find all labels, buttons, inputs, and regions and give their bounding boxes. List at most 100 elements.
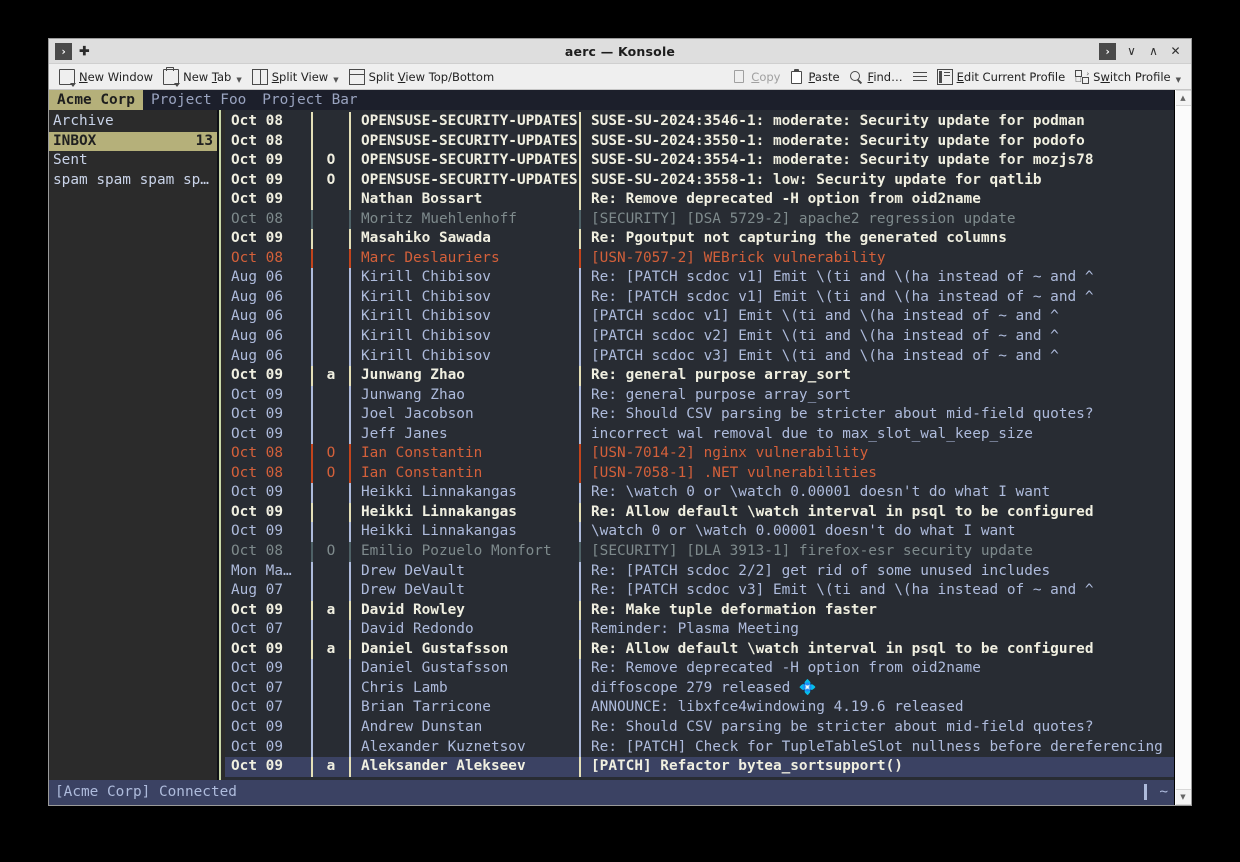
message-date: Oct 09	[225, 718, 311, 738]
message-row[interactable]: Aug 06Kirill Chibisov[PATCH scdoc v3] Em…	[225, 347, 1174, 367]
close-button[interactable]: ✕	[1169, 45, 1182, 57]
message-date: Oct 07	[225, 620, 311, 640]
toolbar: New Window New Tab ▼ Split View ▼ Split …	[49, 64, 1191, 90]
message-row[interactable]: Aug 06Kirill Chibisov[PATCH scdoc v2] Em…	[225, 327, 1174, 347]
message-sender: Kirill Chibisov	[351, 288, 579, 308]
sidebar-item-spam-spam-spam-sp[interactable]: spam spam spam sp…	[49, 171, 217, 191]
sidebar-item-label: spam spam spam sp…	[53, 171, 209, 191]
message-sender: Kirill Chibisov	[351, 268, 579, 288]
message-row[interactable]: Oct 08OIan Constantin[USN-7014-2] nginx …	[225, 444, 1174, 464]
message-row[interactable]: Oct 09Heikki Linnakangas\watch 0 or \wat…	[225, 522, 1174, 542]
message-sender: Kirill Chibisov	[351, 307, 579, 327]
sidebar-item-archive[interactable]: Archive	[49, 112, 217, 132]
toolbar-paste-label: Paste	[808, 70, 839, 84]
message-date: Oct 08	[225, 444, 311, 464]
message-date: Oct 09	[225, 522, 311, 542]
sidebar-item-inbox[interactable]: INBOX13	[49, 132, 217, 152]
toolbar-new-tab-button[interactable]: New Tab ▼	[158, 67, 247, 87]
toolbar-find-button[interactable]: Find…	[845, 68, 908, 86]
maximize-button[interactable]: ∧	[1147, 45, 1160, 57]
message-subject: Re: general purpose array_sort	[581, 366, 1174, 386]
message-row[interactable]: Mon Ma…Drew DeVaultRe: [PATCH scdoc 2/2]…	[225, 562, 1174, 582]
message-row[interactable]: Oct 08Marc Deslauriers[USN-7057-2] WEBri…	[225, 249, 1174, 269]
message-sender: Heikki Linnakangas	[351, 522, 579, 542]
message-row[interactable]: Oct 09aDavid RowleyRe: Make tuple deform…	[225, 601, 1174, 621]
message-row[interactable]: Oct 07David RedondoReminder: Plasma Meet…	[225, 620, 1174, 640]
message-row[interactable]: Oct 09Junwang ZhaoRe: general purpose ar…	[225, 386, 1174, 406]
terminal-area: Acme CorpProject FooProject Bar ArchiveI…	[49, 90, 1191, 805]
message-row[interactable]: Oct 09Andrew DunstanRe: Should CSV parsi…	[225, 718, 1174, 738]
aerc-tab-1[interactable]: Project Foo	[143, 90, 254, 110]
message-row[interactable]: Oct 09aAleksander Alekseev[PATCH] Refact…	[225, 757, 1174, 777]
message-row[interactable]: Oct 09aJunwang ZhaoRe: general purpose a…	[225, 366, 1174, 386]
chevron-down-icon[interactable]: ▼	[333, 76, 338, 84]
message-row[interactable]: Oct 09Alexander KuznetsovRe: [PATCH] Che…	[225, 738, 1174, 758]
message-row[interactable]: Oct 08OIan Constantin[USN-7058-1] .NET v…	[225, 464, 1174, 484]
terminal-cursor	[1144, 784, 1147, 800]
message-row[interactable]: Oct 09Jeff Janesincorrect wal removal du…	[225, 425, 1174, 445]
message-row[interactable]: Aug 06Kirill ChibisovRe: [PATCH scdoc v1…	[225, 268, 1174, 288]
message-row[interactable]: Oct 09Nathan BossartRe: Remove deprecate…	[225, 190, 1174, 210]
message-row[interactable]: Oct 09Heikki LinnakangasRe: Allow defaul…	[225, 503, 1174, 523]
aerc-terminal[interactable]: Acme CorpProject FooProject Bar ArchiveI…	[49, 90, 1174, 805]
sidebar-item-sent[interactable]: Sent	[49, 151, 217, 171]
message-flags	[313, 132, 349, 152]
scroll-up-arrow-icon[interactable]: ▲	[1176, 90, 1191, 106]
message-sender: OPENSUSE-SECURITY-UPDATES	[351, 132, 579, 152]
chevron-down-icon[interactable]: ▼	[1176, 76, 1181, 84]
message-row[interactable]: Aug 06Kirill ChibisovRe: [PATCH scdoc v1…	[225, 288, 1174, 308]
restore-icon[interactable]: ›	[1099, 43, 1116, 60]
message-date: Aug 06	[225, 347, 311, 367]
chevron-down-icon[interactable]: ▼	[236, 76, 241, 84]
message-row[interactable]: Oct 09Daniel GustafssonRe: Remove deprec…	[225, 659, 1174, 679]
toolbar-paste-button[interactable]: Paste	[785, 68, 844, 86]
message-row[interactable]: Oct 09Heikki LinnakangasRe: \watch 0 or …	[225, 483, 1174, 503]
message-row[interactable]: Oct 07Chris Lambdiffoscope 279 released …	[225, 679, 1174, 699]
message-sender: Kirill Chibisov	[351, 347, 579, 367]
message-subject: [USN-7058-1] .NET vulnerabilities	[581, 464, 1174, 484]
message-list[interactable]: Oct 08 OPENSUSE-SECURITY-UPDATESSUSE-SU-2…	[225, 110, 1174, 780]
message-row[interactable]: Oct 09OOPENSUSE-SECURITY-UPDATESSUSE-SU-…	[225, 151, 1174, 171]
aerc-tab-0[interactable]: Acme Corp	[49, 90, 143, 110]
message-row[interactable]: Oct 08OPENSUSE-SECURITY-UPDATESSUSE-SU-2…	[225, 132, 1174, 152]
toolbar-copy-button[interactable]: Copy	[728, 68, 785, 86]
toolbar-switch-profile-button[interactable]: ›□ Switch Profile ▼	[1070, 68, 1186, 86]
message-row[interactable]: Oct 08Moritz Muehlenhoff[SECURITY] [DSA …	[225, 210, 1174, 230]
toolbar-split-view-button[interactable]: Split View ▼	[247, 67, 344, 87]
message-flags	[313, 562, 349, 582]
scroll-down-arrow-icon[interactable]: ▼	[1176, 789, 1191, 805]
message-subject: Re: Should CSV parsing be stricter about…	[581, 405, 1174, 425]
aerc-body: ArchiveINBOX13Sentspam spam spam sp… Oct…	[49, 110, 1174, 780]
toolbar-new-window-button[interactable]: New Window	[54, 67, 158, 87]
message-sender: Junwang Zhao	[351, 386, 579, 406]
directory-sidebar[interactable]: ArchiveINBOX13Sentspam spam spam sp…	[49, 110, 219, 780]
toolbar-split-view-top-bottom-button[interactable]: Split View Top/Bottom	[344, 67, 500, 87]
split-view-icon	[252, 69, 268, 85]
message-subject: Re: Make tuple deformation faster	[581, 601, 1174, 621]
aerc-tab-2[interactable]: Project Bar	[254, 90, 365, 110]
message-sender: OPENSUSE-SECURITY-UPDATES	[351, 171, 579, 191]
message-flags: a	[313, 601, 349, 621]
message-flags: O	[313, 464, 349, 484]
message-subject: Re: [PATCH] Check for TupleTableSlot nul…	[581, 738, 1174, 758]
message-subject: SUSE-SU-2024:3558-1: low: Security updat…	[581, 171, 1174, 191]
message-row[interactable]: Oct 09Joel JacobsonRe: Should CSV parsin…	[225, 405, 1174, 425]
message-sender: Drew DeVault	[351, 581, 579, 601]
message-row[interactable]: Oct 09Masahiko SawadaRe: Pgoutput not ca…	[225, 229, 1174, 249]
terminal-scrollbar[interactable]: ▲ ▼	[1174, 90, 1191, 805]
message-row[interactable]: Oct 09aDaniel GustafssonRe: Allow defaul…	[225, 640, 1174, 660]
toolbar-menu-button[interactable]	[908, 68, 932, 86]
message-flags	[313, 190, 349, 210]
message-subject: Re: [PATCH scdoc 2/2] get rid of some un…	[581, 562, 1174, 582]
message-row[interactable]: Oct 07Brian TarriconeANNOUNCE: libxfce4w…	[225, 698, 1174, 718]
message-subject: [USN-7014-2] nginx vulnerability	[581, 444, 1174, 464]
message-row[interactable]: Aug 07Drew DeVaultRe: [PATCH scdoc v3] E…	[225, 581, 1174, 601]
message-row[interactable]: Oct 08OPENSUSE-SECURITY-UPDATESSUSE-SU-2…	[225, 112, 1174, 132]
message-date: Oct 08	[225, 132, 311, 152]
message-subject: [SECURITY] [DLA 3913-1] firefox-esr secu…	[581, 542, 1174, 562]
toolbar-edit-current-profile-button[interactable]: Edit Current Profile	[932, 67, 1071, 87]
message-row[interactable]: Oct 09OOPENSUSE-SECURITY-UPDATESSUSE-SU-…	[225, 171, 1174, 191]
message-row[interactable]: Oct 08OEmilio Pozuelo Monfort[SECURITY] …	[225, 542, 1174, 562]
minimize-button[interactable]: ∨	[1125, 45, 1138, 57]
message-row[interactable]: Aug 06Kirill Chibisov[PATCH scdoc v1] Em…	[225, 307, 1174, 327]
